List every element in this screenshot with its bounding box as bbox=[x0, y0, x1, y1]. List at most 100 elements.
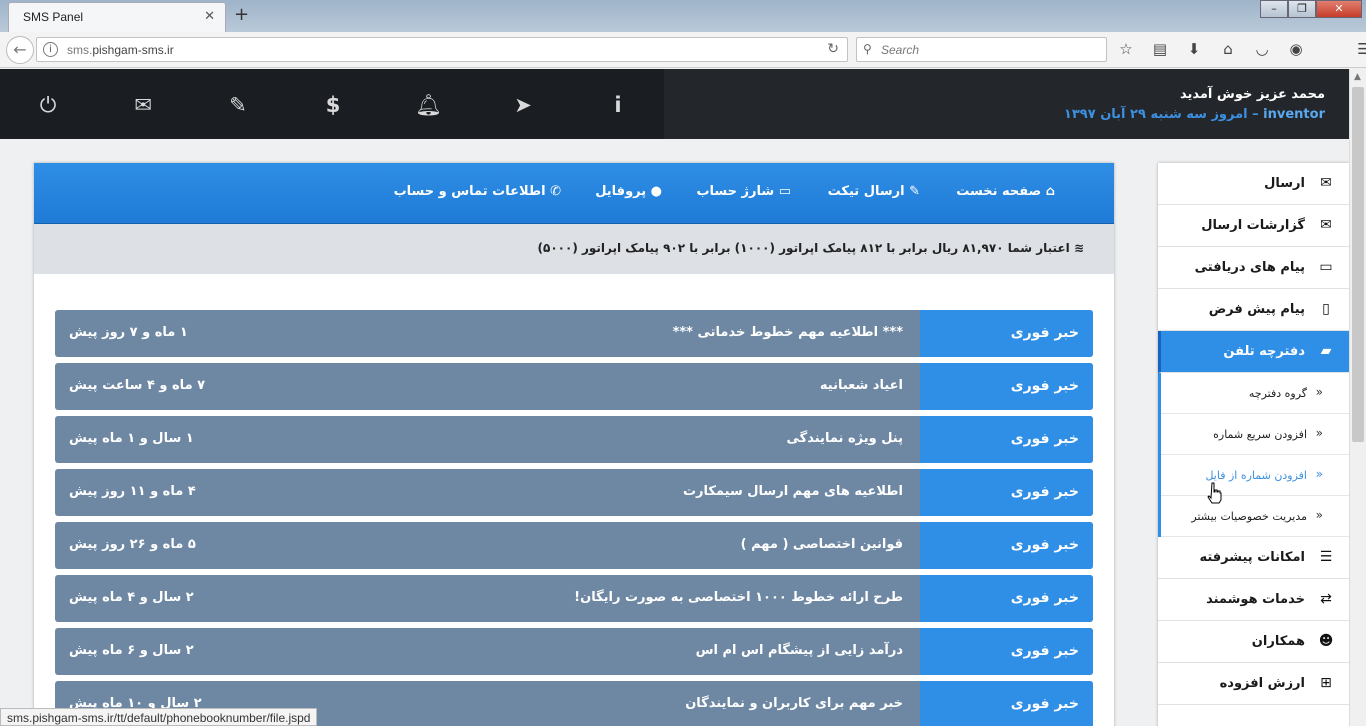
search-placeholder: Search bbox=[881, 43, 920, 57]
pocket-icon[interactable]: ◡ bbox=[1252, 39, 1272, 59]
chevron-right-icon: » bbox=[1315, 467, 1323, 481]
tablet-icon: ▯ bbox=[1322, 301, 1330, 317]
sidebar-item-value-added[interactable]: ⊞ ارزش افزوده bbox=[1158, 663, 1349, 705]
date-text: – امروز سه شنبه ۲۹ آبان ۱۳۹۷ bbox=[1063, 107, 1259, 122]
news-title[interactable]: اعیاد شعبانیه bbox=[820, 378, 903, 393]
menu-icon[interactable]: ☰ bbox=[1354, 39, 1366, 59]
phonebook-submenu: » گروه دفترچه » افزودن سریع شماره » افزو… bbox=[1158, 373, 1349, 537]
search-icon: ⚲ bbox=[863, 42, 872, 56]
ticket-icon[interactable]: ✎ bbox=[225, 92, 251, 118]
scroll-thumb[interactable] bbox=[1352, 87, 1364, 442]
users-icon: ☻ bbox=[1318, 633, 1334, 649]
chevron-right-icon: » bbox=[1315, 426, 1323, 440]
sidebar-item-advanced[interactable]: ☰ امکانات پیشرفته bbox=[1158, 537, 1349, 579]
username-link[interactable]: inventor bbox=[1263, 107, 1325, 122]
submenu-item-add-from-file[interactable]: » افزودن شماره از فایل bbox=[1161, 455, 1349, 496]
sidebar-item-phonebook[interactable]: ▰ دفترچه تلفن bbox=[1158, 331, 1349, 373]
submenu-item-phonebook-group[interactable]: » گروه دفترچه bbox=[1161, 373, 1349, 414]
menu-home[interactable]: ⌂ صفحه نخست bbox=[956, 184, 1055, 199]
reading-list-icon[interactable]: ▤ bbox=[1150, 39, 1170, 59]
news-time: ۲ سال و ۶ ماه پیش bbox=[69, 643, 194, 658]
envelope-icon[interactable]: ✉ bbox=[130, 92, 156, 118]
retweet-icon: ⇄ bbox=[1320, 591, 1332, 607]
news-tag: خبر فوری bbox=[920, 416, 1093, 463]
list-icon: ☰ bbox=[1319, 549, 1333, 565]
book-icon: ▰ bbox=[1320, 343, 1332, 359]
credit-card-icon: ▭ bbox=[774, 184, 791, 199]
site-header: محمد عزیز خوش آمدید inventor – امروز سه … bbox=[0, 69, 1349, 139]
sidebar-item-inbox[interactable]: ▭ پیام های دریافتی bbox=[1158, 247, 1349, 289]
bell-icon[interactable]: 🔔︎ bbox=[415, 92, 442, 118]
url-text: sms.pishgam-sms.ir bbox=[67, 43, 174, 57]
paper-plane-icon[interactable]: ➤ bbox=[510, 92, 536, 118]
browser-tab[interactable]: SMS Panel ✕ bbox=[8, 2, 226, 32]
chevron-right-icon: » bbox=[1315, 385, 1323, 399]
welcome-text: محمد عزیز خوش آمدید bbox=[1179, 87, 1325, 102]
bookmark-star-icon[interactable]: ☆ bbox=[1116, 39, 1136, 59]
news-title[interactable]: پنل ویژه نمایندگی bbox=[787, 431, 903, 446]
tab-title: SMS Panel bbox=[23, 10, 84, 24]
news-title[interactable]: قوانین اختصاصی ( مهم ) bbox=[741, 537, 903, 552]
news-row[interactable]: خبر فوری پنل ویژه نمایندگی ۱ سال و ۱ ماه… bbox=[55, 416, 1093, 463]
dollar-icon[interactable]: $ bbox=[320, 92, 346, 118]
credit-text: ≋ اعتبار شما ۸۱,۹۷۰ ریال برابر با ۸۱۲ پی… bbox=[537, 241, 1084, 255]
window-close-icon[interactable]: ✕ bbox=[1316, 0, 1362, 18]
sidebar-item-partners[interactable]: ☻ همکاران bbox=[1158, 621, 1349, 663]
new-tab-icon[interactable]: + bbox=[234, 4, 249, 25]
news-row[interactable]: خبر فوری طرح ارائه خطوط ۱۰۰۰ اختصاصی به … bbox=[55, 575, 1093, 622]
news-row[interactable]: خبر فوری *** اطلاعیه مهم خطوط خدماتی ***… bbox=[55, 310, 1093, 357]
user-panel: محمد عزیز خوش آمدید inventor – امروز سه … bbox=[664, 69, 1349, 139]
news-title[interactable]: خبر مهم برای کاربران و نمایندگان bbox=[685, 696, 903, 711]
menu-profile[interactable]: ● پروفایل bbox=[595, 184, 662, 199]
menu-charge-account[interactable]: ▭ شارژ حساب bbox=[696, 184, 791, 199]
search-input[interactable]: ⚲ Search bbox=[856, 37, 1107, 62]
news-title[interactable]: اطلاعیه های مهم ارسال سیمکارت bbox=[683, 484, 903, 499]
sidebar-item-send-reports[interactable]: ✉ گزارشات ارسال bbox=[1158, 205, 1349, 247]
news-tag: خبر فوری bbox=[920, 628, 1093, 675]
menu-send-ticket[interactable]: ✎ ارسال تیکت bbox=[828, 184, 920, 199]
toolbar-icons: ☆ ▤ ⬇ ⌂ ◡ ◉ ☰ bbox=[1116, 39, 1366, 59]
back-icon[interactable]: ← bbox=[6, 36, 34, 64]
home-icon: ⌂ bbox=[1041, 184, 1055, 199]
download-icon[interactable]: ⬇ bbox=[1184, 39, 1204, 59]
status-url: sms.pishgam-sms.ir/tt/default/phonebookn… bbox=[0, 708, 318, 726]
minimize-icon[interactable]: – bbox=[1260, 0, 1288, 18]
news-tag: خبر فوری bbox=[920, 522, 1093, 569]
plus-square-icon: ⊞ bbox=[1320, 675, 1332, 691]
sidebar-item-smart-services[interactable]: ⇄ خدمات هوشمند bbox=[1158, 579, 1349, 621]
credit-bar: ≋ اعتبار شما ۸۱,۹۷۰ ریال برابر با ۸۱۲ پی… bbox=[34, 224, 1114, 274]
info-icon[interactable]: i bbox=[43, 42, 58, 57]
database-icon: ≋ bbox=[1069, 241, 1084, 255]
url-bar[interactable]: i sms.pishgam-sms.ir ↻ bbox=[36, 37, 848, 62]
news-title[interactable]: طرح ارائه خطوط ۱۰۰۰ اختصاصی به صورت رایگ… bbox=[574, 590, 903, 605]
news-row[interactable]: خبر فوری اطلاعیه های مهم ارسال سیمکارت ۴… bbox=[55, 469, 1093, 516]
main-panel: ⌂ صفحه نخست ✎ ارسال تیکت ▭ شارژ حساب ● پ… bbox=[34, 163, 1114, 726]
news-tag: خبر فوری bbox=[920, 363, 1093, 410]
maximize-icon[interactable]: ❐ bbox=[1288, 0, 1316, 18]
home-icon[interactable]: ⌂ bbox=[1218, 39, 1238, 59]
scroll-up-icon[interactable]: ▲ bbox=[1354, 72, 1361, 82]
news-title[interactable]: *** اطلاعیه مهم خطوط خدماتی *** bbox=[673, 325, 903, 340]
sidebar: ✉ ارسال ✉ گزارشات ارسال ▭ پیام های دریاف… bbox=[1158, 163, 1349, 726]
sidebar-item-send[interactable]: ✉ ارسال bbox=[1158, 163, 1349, 205]
chevron-right-icon: » bbox=[1315, 508, 1323, 522]
news-row[interactable]: خبر فوری درآمد زایی از پیشگام اس ام اس ۲… bbox=[55, 628, 1093, 675]
reload-icon[interactable]: ↻ bbox=[827, 41, 839, 57]
power-icon[interactable]: ⏻ bbox=[35, 92, 61, 118]
tab-close-icon[interactable]: ✕ bbox=[204, 9, 215, 24]
browser-navbar: ← i sms.pishgam-sms.ir ↻ ⚲ Search ☆ ▤ ⬇ … bbox=[0, 32, 1366, 68]
submenu-item-quick-add[interactable]: » افزودن سریع شماره bbox=[1161, 414, 1349, 455]
news-row[interactable]: خبر فوری اعیاد شعبانیه ۷ ماه و ۴ ساعت پی… bbox=[55, 363, 1093, 410]
submenu-item-manage-attributes[interactable]: » مدیریت خصوصیات بیشتر bbox=[1161, 496, 1349, 537]
account-icon[interactable]: ◉ bbox=[1286, 39, 1306, 59]
news-time: ۴ ماه و ۱۱ روز پیش bbox=[69, 484, 196, 499]
info-icon[interactable]: i bbox=[605, 92, 631, 118]
menu-contact-info[interactable]: ✆ اطلاعات تماس و حساب bbox=[394, 184, 561, 199]
envelope-icon: ✉ bbox=[1320, 175, 1332, 191]
envelope-outline-icon: ✉ bbox=[1320, 217, 1332, 233]
sidebar-item-default-messages[interactable]: ▯ پیام پیش فرض bbox=[1158, 289, 1349, 331]
news-row[interactable]: خبر فوری قوانین اختصاصی ( مهم ) ۵ ماه و … bbox=[55, 522, 1093, 569]
news-title[interactable]: درآمد زایی از پیشگام اس ام اس bbox=[696, 643, 903, 658]
page-scrollbar[interactable]: ▲ bbox=[1349, 69, 1366, 726]
